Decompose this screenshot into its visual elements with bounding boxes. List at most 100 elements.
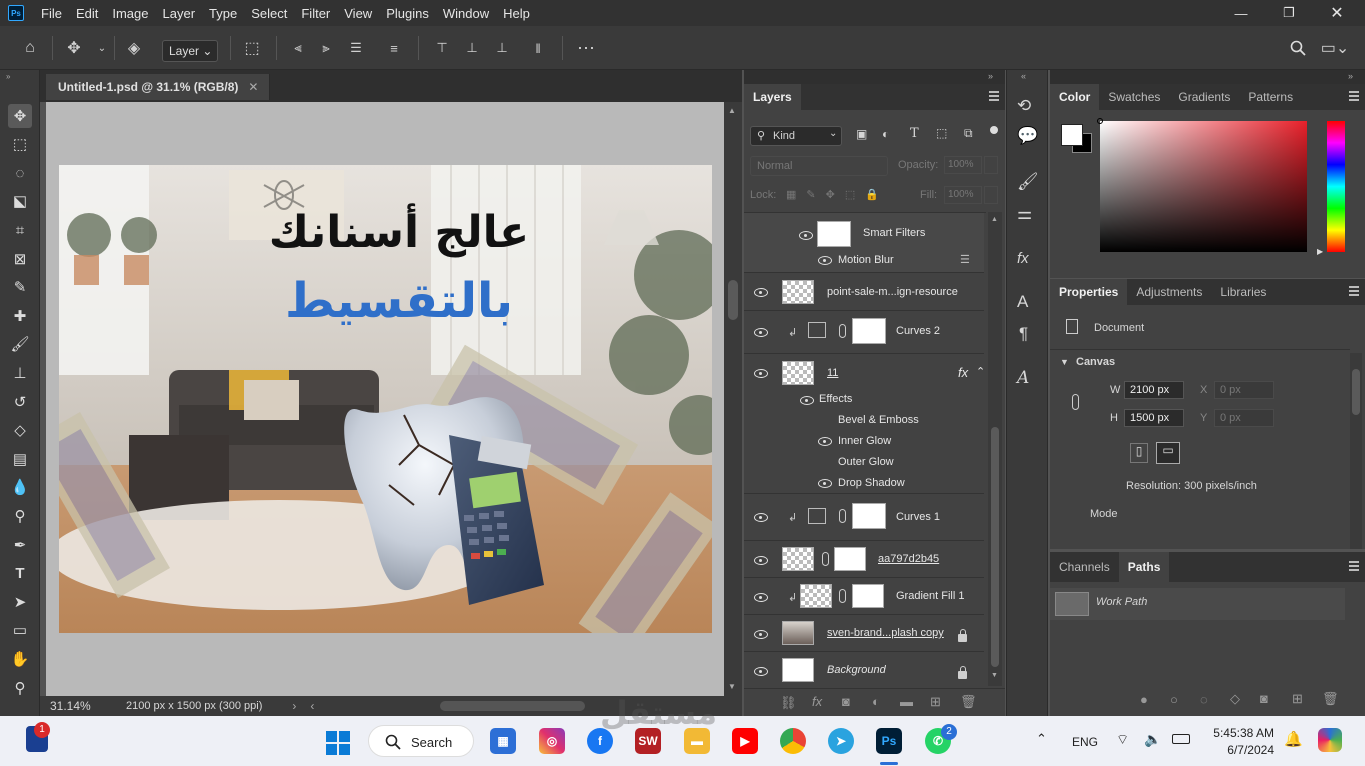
workspace-icon[interactable]: ▭⌄ [1320, 38, 1350, 58]
paragraph-icon[interactable]: ¶ [1019, 324, 1028, 344]
home-icon[interactable]: ⌂ [20, 38, 40, 58]
layer-row[interactable]: point-sale-m...ign-resource [744, 274, 984, 311]
collapse-panel-icon[interactable]: » [1348, 71, 1353, 81]
layer-name[interactable]: Background [827, 664, 886, 676]
tab-color[interactable]: Color [1050, 84, 1100, 110]
link-icon[interactable] [839, 509, 846, 523]
path-name[interactable]: Work Path [1096, 596, 1147, 608]
battery-icon[interactable] [1172, 734, 1190, 744]
frame-tool-icon[interactable]: ⊠ [8, 247, 32, 271]
y-input[interactable]: 0 px [1214, 409, 1274, 427]
path-select-tool-icon[interactable]: ➤ [8, 590, 32, 614]
new-path-icon[interactable]: ⊞ [1292, 691, 1303, 707]
brushes-icon[interactable]: 🖌 [1017, 172, 1039, 192]
instagram-icon[interactable]: ◎ [539, 728, 565, 754]
layer-row[interactable]: Background [744, 653, 984, 686]
search-icon[interactable] [1288, 38, 1308, 58]
minimize-icon[interactable]: — [1218, 0, 1264, 26]
link-icon[interactable] [822, 552, 829, 566]
filter-type-icon[interactable]: T [910, 126, 919, 141]
load-selection-icon[interactable]: ◌ [1200, 692, 1208, 707]
distribute-vertical-icon[interactable]: ‖ [528, 38, 548, 58]
tab-properties[interactable]: Properties [1050, 279, 1128, 305]
foreground-color-swatch[interactable] [1061, 124, 1083, 146]
transform-controls-icon[interactable]: ⬚ [242, 38, 262, 58]
link-icon[interactable] [839, 324, 846, 338]
align-bottom-icon[interactable]: ⊥ [492, 38, 512, 58]
type-tool-icon[interactable]: T [8, 561, 32, 585]
chevron-down-icon[interactable]: ▼ [1060, 357, 1069, 367]
properties-scrollbar[interactable] [1350, 353, 1362, 549]
adjustments-sliders-icon[interactable]: ⚌ [1017, 204, 1032, 224]
width-input[interactable]: 2100 px [1124, 381, 1184, 399]
healing-brush-icon[interactable]: ✚ [8, 304, 32, 328]
lock-icons[interactable]: ▦✎✥⬚🔒 [786, 188, 889, 201]
add-mask-icon[interactable]: ◙ [1260, 691, 1268, 706]
new-group-icon[interactable]: ▬ [900, 694, 913, 709]
layer-row[interactable]: ↲ Curves 2 [744, 312, 984, 354]
character-icon[interactable]: A [1017, 292, 1028, 312]
menu-file[interactable]: File [34, 6, 69, 21]
landscape-orientation-icon[interactable]: ▭ [1156, 442, 1180, 464]
brush-tool-icon[interactable]: 🖌 [8, 332, 32, 356]
horizontal-scrollbar[interactable] [440, 701, 585, 711]
tab-patterns[interactable]: Patterns [1239, 84, 1302, 110]
windows-start-icon[interactable] [326, 731, 350, 755]
scroll-left-icon[interactable]: ‹ [310, 699, 314, 713]
smart-filters-row[interactable]: Smart Filters Motion Blur ☰ [744, 213, 984, 273]
blur-tool-icon[interactable]: 💧 [8, 475, 32, 499]
hue-slider-handle-icon[interactable]: ▶ [1317, 247, 1323, 256]
layer-name[interactable]: point-sale-m...ign-resource [827, 286, 958, 298]
blend-mode-dropdown[interactable]: Normal [750, 156, 888, 176]
layer-name[interactable]: 11 [827, 367, 838, 379]
styles-fx-icon[interactable]: fx [1017, 250, 1029, 267]
layer-row[interactable]: ↲ Curves 1 [744, 495, 984, 541]
zoom-level[interactable]: 31.14% [40, 699, 120, 713]
distribute-icon[interactable]: ≡ [384, 38, 404, 58]
move-tool-icon[interactable]: ✥ [8, 104, 32, 128]
hue-slider[interactable] [1327, 121, 1345, 252]
layer-row[interactable]: ↲ Gradient Fill 1 [744, 579, 984, 615]
taskbar-search[interactable]: Search [368, 725, 474, 757]
align-center-icon[interactable]: ⫸ [316, 38, 336, 58]
menu-help[interactable]: Help [496, 6, 537, 21]
layer-mask-thumbnail[interactable] [852, 503, 886, 529]
align-middle-icon[interactable]: ⊥ [462, 38, 482, 58]
collapse-toolbar-icon[interactable]: » [6, 72, 10, 81]
collapse-strip-icon[interactable]: « [1021, 71, 1026, 81]
marquee-tool-icon[interactable]: ⬚ [8, 132, 32, 156]
menu-plugins[interactable]: Plugins [379, 6, 436, 21]
layer-name[interactable]: aa797d2b45 [878, 553, 939, 565]
layer-row[interactable]: aa797d2b45 [744, 542, 984, 578]
fill-path-icon[interactable]: ● [1140, 692, 1148, 707]
tab-channels[interactable]: Channels [1050, 552, 1119, 582]
status-arrow-icon[interactable]: › [292, 699, 296, 713]
color-field[interactable] [1097, 118, 1307, 252]
gradient-tool-icon[interactable]: ▤ [8, 447, 32, 471]
add-style-icon[interactable]: fx [812, 694, 822, 709]
visibility-eye-icon[interactable] [754, 556, 768, 565]
panel-menu-icon[interactable] [1349, 286, 1359, 296]
layer-name[interactable]: Curves 1 [896, 511, 940, 523]
new-adjustment-icon[interactable]: ◐ [872, 694, 880, 709]
layer-name[interactable]: Curves 2 [896, 325, 940, 337]
visibility-eye-icon[interactable] [754, 369, 768, 378]
visibility-eye-icon[interactable] [818, 256, 832, 265]
visibility-eye-icon[interactable] [754, 513, 768, 522]
stroke-path-icon[interactable]: ○ [1170, 692, 1178, 707]
opacity-dropdown-icon[interactable] [984, 156, 998, 174]
visibility-eye-icon[interactable] [754, 593, 768, 602]
filter-adjustment-icon[interactable]: ◐ [882, 127, 889, 141]
visibility-eye-icon[interactable] [799, 231, 813, 240]
panel-menu-icon[interactable] [1349, 561, 1359, 571]
stamp-tool-icon[interactable]: ⊥ [8, 361, 32, 385]
tab-adjustments[interactable]: Adjustments [1127, 279, 1211, 305]
zoom-tool-icon[interactable]: ⚲ [8, 676, 32, 700]
link-icon[interactable] [839, 589, 846, 603]
copilot-icon[interactable] [1318, 728, 1342, 752]
fill-input[interactable]: 100% [944, 186, 982, 204]
dodge-tool-icon[interactable]: ⚲ [8, 504, 32, 528]
menu-view[interactable]: View [337, 6, 379, 21]
align-right-icon[interactable]: ☰ [346, 38, 366, 58]
clock-time[interactable]: 5:45:38 AM [1206, 726, 1274, 740]
